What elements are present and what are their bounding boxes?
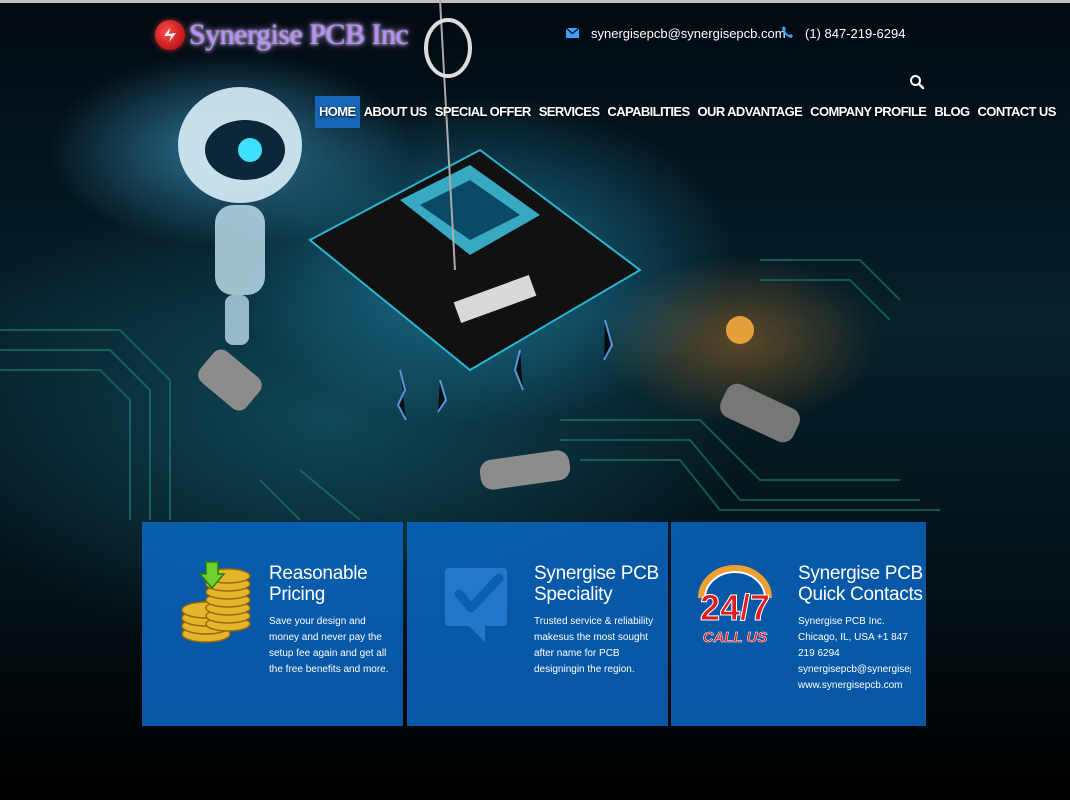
- nav-home[interactable]: HOME: [315, 96, 360, 128]
- nav-capabilities[interactable]: CAPABILITIES: [603, 96, 693, 128]
- header-phone[interactable]: (1) 847-219-6294: [782, 26, 905, 41]
- envelope-icon: [565, 26, 580, 41]
- header-email-text: synergisepcb@synergisepcb.com: [591, 26, 786, 41]
- nav-about-us[interactable]: ABOUT US: [360, 96, 431, 128]
- contact-email[interactable]: synergisepcb@synergisepcb.com: [798, 662, 911, 678]
- checkmark-icon: [441, 564, 511, 646]
- phone-icon: [782, 26, 793, 41]
- card-description: Trusted service & reliability makesus th…: [534, 616, 654, 675]
- nav-contact-us[interactable]: CONTACT US: [974, 96, 1060, 128]
- nav-special-offer[interactable]: SPECIAL OFFER: [431, 96, 535, 128]
- header-phone-text: (1) 847-219-6294: [805, 26, 906, 41]
- card-title-line: Quick Contacts: [798, 584, 923, 605]
- card-title: Synergise PCB Speciality: [534, 563, 664, 605]
- 24-7-call-us-icon: 24/7 CALL US: [691, 558, 779, 648]
- card-title-line: Synergise PCB: [798, 563, 923, 584]
- badge-247-text: 24/7: [700, 587, 770, 628]
- feature-cards: Reasonable Pricing Save your design and …: [142, 522, 926, 726]
- card-title-line: Reasonable: [269, 563, 368, 584]
- card-description: Save your design and money and never pay…: [269, 616, 389, 675]
- contact-phone[interactable]: 219 6294: [798, 646, 911, 662]
- header-email[interactable]: synergisepcb@synergisepcb.com: [565, 26, 786, 41]
- nav-our-advantage[interactable]: OUR ADVANTAGE: [694, 96, 807, 128]
- card-reasonable-pricing: Reasonable Pricing Save your design and …: [142, 522, 403, 726]
- card-quick-contacts: 24/7 CALL US Synergise PCB Quick Contact…: [671, 522, 926, 726]
- card-contact-lines: Synergise PCB Inc. Chicago, IL, USA +1 8…: [798, 614, 911, 694]
- card-title-line: Pricing: [269, 584, 325, 605]
- contact-address: Chicago, IL, USA +1 847: [798, 632, 908, 643]
- card-title-line: Synergise PCB: [534, 563, 659, 584]
- nav-services[interactable]: SERVICES: [535, 96, 604, 128]
- nav-blog[interactable]: BLOG: [930, 96, 973, 128]
- card-speciality: Synergise PCB Speciality Trusted service…: [407, 522, 668, 726]
- coins-icon: [178, 560, 252, 646]
- logo-mark-icon: [155, 20, 185, 50]
- main-navigation: HOME ABOUT US SPECIAL OFFER SERVICES CAP…: [315, 96, 1060, 128]
- card-title: Synergise PCB Quick Contacts: [798, 563, 928, 605]
- search-icon[interactable]: [909, 74, 925, 90]
- card-title-line: Speciality: [534, 584, 613, 605]
- card-title: Reasonable Pricing: [269, 563, 399, 605]
- nav-company-profile[interactable]: COMPANY PROFILE: [806, 96, 930, 128]
- contact-company: Synergise PCB Inc.: [798, 616, 885, 627]
- logo-text: Synergise PCB Inc: [189, 18, 409, 51]
- contact-website[interactable]: www.synergisepcb.com: [798, 678, 911, 694]
- site-logo[interactable]: Synergise PCB Inc: [155, 18, 409, 52]
- badge-call-us-text: CALL US: [703, 629, 768, 646]
